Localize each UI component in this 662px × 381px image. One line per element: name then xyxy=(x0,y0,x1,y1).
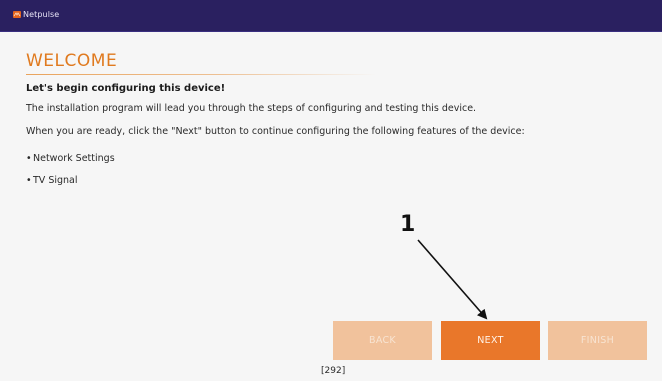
feature-list-item: •TV Signal xyxy=(26,175,78,186)
bullet-icon: • xyxy=(26,153,32,164)
finish-button[interactable]: FINISH xyxy=(548,321,647,360)
next-button[interactable]: NEXT xyxy=(441,321,540,360)
netpulse-logo-icon xyxy=(13,11,21,18)
page-title: WELCOME xyxy=(26,51,118,71)
feature-label: TV Signal xyxy=(33,175,78,186)
feature-list-item: •Network Settings xyxy=(26,153,115,164)
app-name: Netpulse xyxy=(23,10,60,19)
page-reference: [292] xyxy=(321,366,346,376)
welcome-subheading: Let's begin configuring this device! xyxy=(26,83,226,94)
installer-screen: Netpulse WELCOME Let's begin configuring… xyxy=(0,0,662,381)
instructions-paragraph: When you are ready, click the "Next" but… xyxy=(26,126,525,137)
back-button[interactable]: BACK xyxy=(333,321,432,360)
heading-divider xyxy=(26,74,376,75)
bullet-icon: • xyxy=(26,175,32,186)
intro-paragraph: The installation program will lead you t… xyxy=(26,103,477,114)
callout-number: 1 xyxy=(400,212,416,237)
title-bar: Netpulse xyxy=(0,0,662,32)
feature-label: Network Settings xyxy=(33,153,115,164)
